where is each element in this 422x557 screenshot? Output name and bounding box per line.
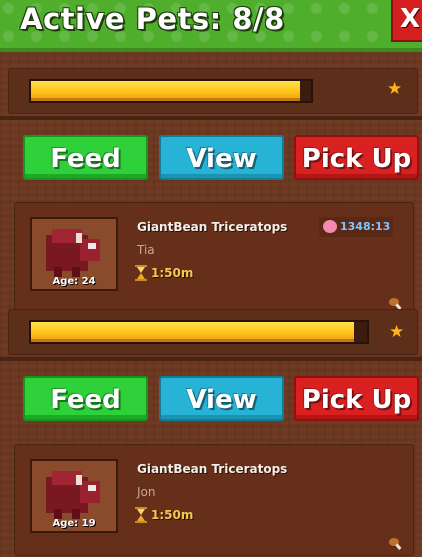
close-button[interactable]: X xyxy=(391,0,422,42)
pet-progress-fill xyxy=(31,322,354,342)
pet-progress-row: ★ xyxy=(8,309,418,355)
drumstick-icon xyxy=(389,538,402,550)
divider xyxy=(0,116,422,120)
pet-owner: Tia xyxy=(137,243,155,257)
pet-age: Age: 19 xyxy=(52,518,96,529)
pet-progress-bar xyxy=(29,320,369,344)
hourglass-icon xyxy=(135,265,147,281)
pet-age: Age: 24 xyxy=(52,276,96,287)
feed-button[interactable]: Feed xyxy=(23,135,148,180)
pet-timer: 1:50m xyxy=(151,266,194,280)
brain-icon xyxy=(323,220,337,233)
pet-iq-value: 1348:13 xyxy=(340,220,391,233)
pet-iq-badge: 1348:13 xyxy=(319,217,393,237)
pet-owner: Jon xyxy=(137,485,156,499)
pick-up-button[interactable]: Pick Up xyxy=(294,376,419,421)
feed-button[interactable]: Feed xyxy=(23,376,148,421)
pet-progress-bar xyxy=(29,79,313,103)
header-bar: Active Pets: 8/8 X xyxy=(0,0,422,52)
pet-species: GiantBean Triceratops xyxy=(137,462,288,476)
pet-card[interactable]: Age: 19 GiantBean Triceratops Jon 1:50m xyxy=(14,444,414,556)
pet-timer: 1:50m xyxy=(151,508,194,522)
pet-progress-fill xyxy=(31,81,300,101)
pet-card[interactable]: Age: 24 GiantBean Triceratops Tia 1:50m … xyxy=(14,202,414,314)
pet-avatar: Age: 19 xyxy=(30,459,118,533)
pet-progress-row: ★ xyxy=(8,68,418,114)
divider xyxy=(0,357,422,361)
view-button[interactable]: View xyxy=(159,135,284,180)
pet-avatar: Age: 24 xyxy=(30,217,118,291)
pets-panel[interactable]: ★ Feed View Pick Up Age: 24 GiantBean Tr… xyxy=(0,52,422,557)
pick-up-button[interactable]: Pick Up xyxy=(294,135,419,180)
hourglass-icon xyxy=(135,507,147,523)
view-button[interactable]: View xyxy=(159,376,284,421)
star-icon: ★ xyxy=(387,79,403,99)
star-icon: ★ xyxy=(389,322,405,342)
pet-species: GiantBean Triceratops xyxy=(137,220,288,234)
page-title: Active Pets: 8/8 xyxy=(20,2,285,36)
